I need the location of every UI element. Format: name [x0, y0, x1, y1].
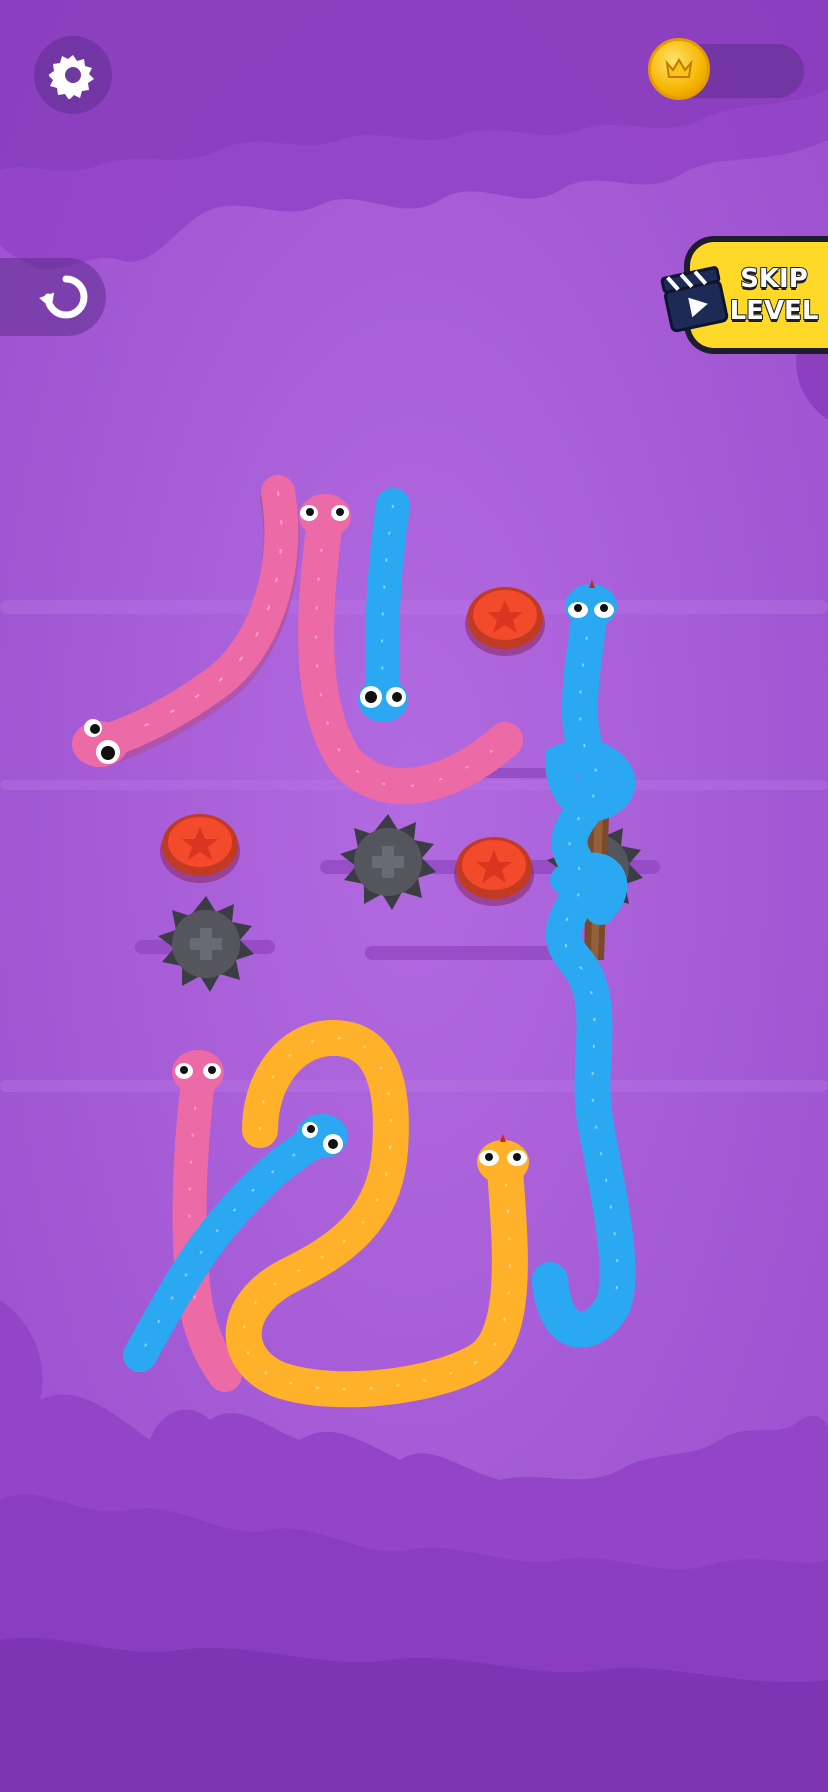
gear-icon	[49, 55, 94, 99]
red-button[interactable]	[454, 837, 534, 906]
undo-button[interactable]	[0, 258, 106, 336]
red-button[interactable]	[160, 814, 240, 883]
crown-coin-icon	[648, 38, 710, 100]
undo-icon	[39, 275, 88, 319]
settings-button[interactable]	[34, 36, 112, 114]
skip-level-label-line1: SKIP	[739, 263, 809, 295]
red-button[interactable]	[465, 587, 545, 656]
skip-level-label-line2: LEVEL	[729, 295, 820, 327]
clapperboard-play-icon	[660, 266, 729, 333]
